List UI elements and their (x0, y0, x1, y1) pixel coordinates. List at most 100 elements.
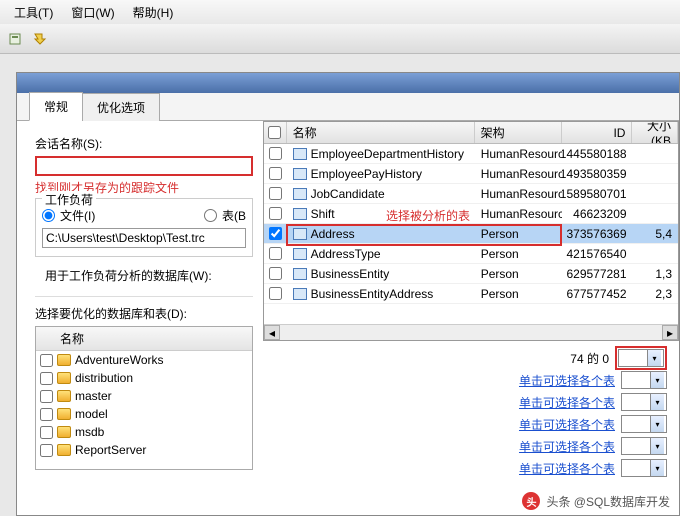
db-row[interactable]: ReportServer (36, 441, 252, 459)
row-checkbox[interactable] (269, 147, 282, 160)
toolbar-btn-1[interactable] (6, 29, 26, 49)
grid-scroll-horizontal[interactable]: ◂ ▸ (264, 324, 678, 340)
row-name: EmployeePayHistory (311, 167, 422, 181)
select-tables-link[interactable]: 单击可选择各个表 (519, 394, 615, 411)
row-checkbox[interactable] (269, 187, 282, 200)
table-row[interactable]: Shift HumanResources 46623209 (264, 204, 678, 224)
row-size (633, 204, 678, 223)
scroll-right-icon[interactable]: ▸ (662, 325, 678, 340)
row-checkbox[interactable] (269, 287, 282, 300)
row-id: 1445580188 (562, 144, 632, 163)
scroll-left-icon[interactable]: ◂ (264, 325, 280, 340)
select-tables-link[interactable]: 单击可选择各个表 (519, 372, 615, 389)
db-row[interactable]: master (36, 387, 252, 405)
row-schema: HumanResources (475, 164, 563, 183)
select-tables-link[interactable]: 单击可选择各个表 (519, 416, 615, 433)
database-icon (57, 372, 71, 384)
row-checkbox[interactable] (269, 267, 282, 280)
row-name: Shift (311, 207, 335, 221)
toolbar-btn-2[interactable] (30, 29, 50, 49)
row-size: 2,3 (633, 284, 678, 303)
table-icon (293, 288, 307, 300)
annotation-box-dropdown: ▾ (615, 346, 667, 370)
chevron-down-icon: ▾ (650, 438, 664, 454)
db-row[interactable]: distribution (36, 369, 252, 387)
row-size (633, 244, 678, 263)
row-size (633, 164, 678, 183)
db-checkbox[interactable] (40, 372, 53, 385)
col-size[interactable]: 大小(KB (632, 122, 678, 143)
row-checkbox[interactable] (269, 207, 282, 220)
table-icon (293, 168, 307, 180)
table-row[interactable]: JobCandidate HumanResources 1589580701 (264, 184, 678, 204)
row-id: 629577281 (562, 264, 632, 283)
menu-help[interactable]: 帮助(H) (125, 2, 182, 23)
table-grid[interactable]: 名称 架构 ID 大小(KB EmployeeDepartmentHistory… (263, 121, 679, 341)
table-row[interactable]: EmployeePayHistory HumanResources 149358… (264, 164, 678, 184)
table-icon (293, 248, 307, 260)
radio-file[interactable] (42, 209, 55, 222)
db-checkbox[interactable] (40, 354, 53, 367)
table-row[interactable]: EmployeeDepartmentHistory HumanResources… (264, 144, 678, 164)
table-row[interactable]: BusinessEntity Person 629577281 1,3 (264, 264, 678, 284)
watermark-icon: 头 (522, 492, 540, 510)
titlebar (17, 73, 679, 93)
row-schema: Person (475, 224, 563, 243)
grid-check-all[interactable] (268, 126, 281, 139)
menu-window[interactable]: 窗口(W) (63, 2, 122, 23)
database-icon (57, 390, 71, 402)
db-checkbox[interactable] (40, 390, 53, 403)
db-name: distribution (75, 371, 133, 385)
annotation-select-table: 选择被分析的表 (386, 207, 470, 224)
db-name: master (75, 389, 112, 403)
tables-dropdown[interactable]: ▾ (621, 437, 667, 455)
col-name[interactable]: 名称 (287, 122, 475, 143)
menubar: 工具(T) 窗口(W) 帮助(H) (0, 0, 680, 24)
select-db-label: 选择要优化的数据库和表(D): (35, 305, 253, 322)
db-name: ReportServer (75, 443, 146, 457)
watermark: 头 头条 @SQL数据库开发 (522, 492, 670, 510)
db-checkbox[interactable] (40, 444, 53, 457)
tables-dropdown[interactable]: ▾ (621, 393, 667, 411)
database-icon (57, 408, 71, 420)
db-row[interactable]: AdventureWorks (36, 351, 252, 369)
col-schema[interactable]: 架构 (475, 122, 563, 143)
table-row[interactable]: BusinessEntityAddress Person 677577452 2… (264, 284, 678, 304)
row-size (633, 144, 678, 163)
db-row[interactable]: model (36, 405, 252, 423)
col-id[interactable]: ID (562, 122, 632, 143)
row-checkbox[interactable] (269, 227, 282, 240)
tab-general[interactable]: 常规 (29, 92, 83, 121)
table-row[interactable]: Address Person 373576369 5,4 (264, 224, 678, 244)
session-name-input[interactable] (35, 156, 253, 176)
row-schema: HumanResources (475, 204, 563, 223)
count-text: 74 的 0 (570, 350, 609, 367)
radio-table[interactable] (204, 209, 217, 222)
tables-dropdown[interactable]: ▾ (621, 415, 667, 433)
row-name: EmployeeDepartmentHistory (311, 147, 464, 161)
menu-tools[interactable]: 工具(T) (6, 2, 61, 23)
row-checkbox[interactable] (269, 247, 282, 260)
tables-dropdown[interactable]: ▾ (621, 459, 667, 477)
tab-tuning-options[interactable]: 优化选项 (82, 93, 160, 121)
row-size: 1,3 (633, 264, 678, 283)
table-icon (293, 208, 307, 220)
lower-panel: 74 的 0 ▾ 单击可选择各个表 ▾ 单击可选择各个表 ▾ 单击可选择各个表 … (263, 347, 679, 479)
database-list[interactable]: 名称 AdventureWorks distribution master mo… (35, 326, 253, 470)
chevron-down-icon: ▾ (647, 350, 661, 366)
select-tables-link[interactable]: 单击可选择各个表 (519, 460, 615, 477)
table-row[interactable]: AddressType Person 421576540 (264, 244, 678, 264)
row-checkbox[interactable] (269, 167, 282, 180)
watermark-text: 头条 @SQL数据库开发 (546, 493, 670, 510)
select-tables-link[interactable]: 单击可选择各个表 (519, 438, 615, 455)
row-id: 46623209 (562, 204, 632, 223)
tables-dropdown[interactable]: ▾ (621, 371, 667, 389)
file-path-input[interactable]: C:\Users\test\Desktop\Test.trc (42, 228, 246, 248)
db-row[interactable]: msdb (36, 423, 252, 441)
db-checkbox[interactable] (40, 426, 53, 439)
workload-group-title: 工作负荷 (42, 191, 96, 208)
db-checkbox[interactable] (40, 408, 53, 421)
database-icon (57, 354, 71, 366)
count-dropdown[interactable]: ▾ (618, 349, 664, 367)
row-size: 5,4 (633, 224, 678, 243)
